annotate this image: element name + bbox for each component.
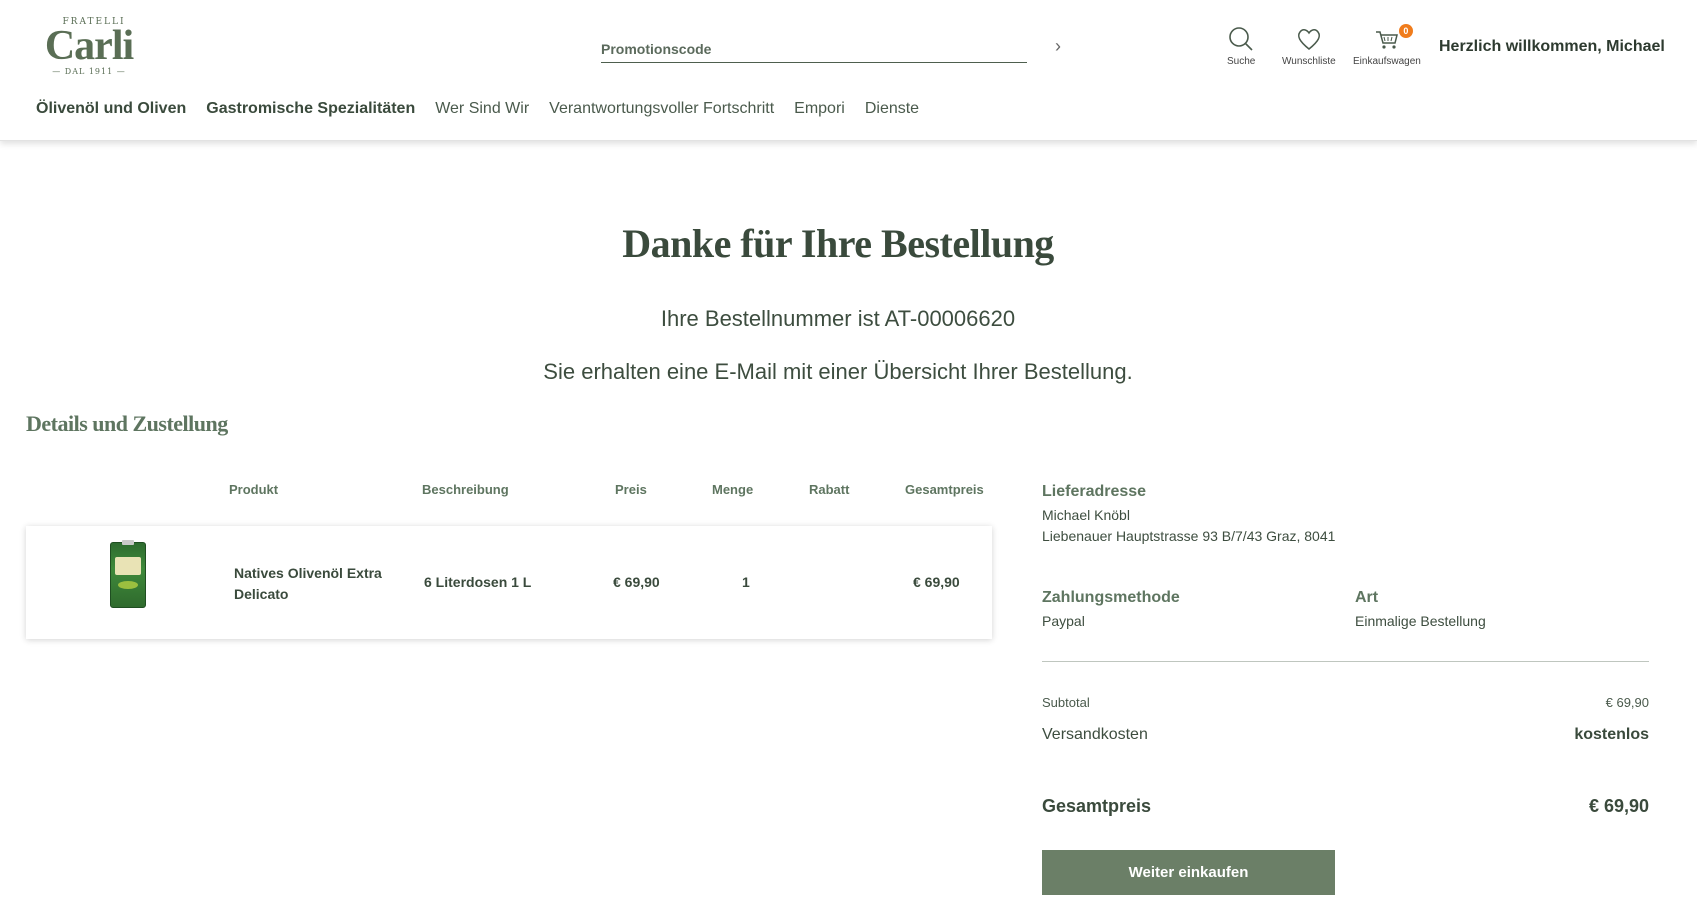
- payment-method-title: Zahlungsmethode: [1042, 589, 1180, 606]
- subtotal-value: € 69,90: [1605, 695, 1649, 710]
- logo-name: Carli: [44, 23, 134, 69]
- nav-item-wer-sind-wir[interactable]: Wer Sind Wir: [435, 100, 529, 118]
- payment-method-value: Paypal: [1042, 613, 1085, 629]
- grand-total-value: € 69,90: [1588, 796, 1649, 816]
- continue-shopping-button[interactable]: Weiter einkaufen: [1042, 850, 1335, 895]
- order-type-title: Art: [1355, 589, 1379, 606]
- subtotal-label: Subtotal: [1042, 695, 1090, 710]
- nav-item-spezialitaeten[interactable]: Gastromische Spezialitäten: [206, 100, 415, 118]
- nav-item-dienste[interactable]: Dienste: [865, 100, 919, 118]
- promo-code-field: [601, 36, 1027, 63]
- site-header: FRATELLI Carli — DAL 1911 — › Suche Wuns…: [0, 0, 1697, 141]
- product-name-line1: Natives Olivenöl Extra: [234, 565, 382, 581]
- product-name-line2: Delicato: [234, 586, 289, 602]
- order-type-value: Einmalige Bestellung: [1355, 613, 1486, 629]
- column-header-description: Beschreibung: [422, 482, 509, 497]
- cart-count-badge: 0: [1398, 24, 1413, 38]
- column-header-total: Gesamtpreis: [905, 482, 984, 497]
- column-header-discount: Rabatt: [809, 482, 850, 497]
- shipping-value: kostenlos: [1574, 726, 1649, 743]
- nav-item-olivenoel[interactable]: Ölivenöl und Oliven: [36, 100, 186, 118]
- column-header-quantity: Menge: [712, 482, 754, 497]
- product-description: 6 Literdosen 1 L: [424, 574, 532, 590]
- delivery-name: Michael Knöbl: [1042, 507, 1130, 523]
- delivery-address: Liebenauer Hauptstrasse 93 B/7/43 Graz, …: [1042, 528, 1336, 544]
- column-header-product: Produkt: [229, 482, 279, 497]
- search-label: Suche: [1227, 56, 1256, 67]
- section-title: Details und Zustellung: [26, 411, 228, 436]
- nav-item-fortschritt[interactable]: Verantwortungsvoller Fortschritt: [549, 100, 774, 118]
- cart-label: Einkaufswagen: [1353, 56, 1421, 67]
- promo-code-input[interactable]: [601, 36, 1027, 62]
- product-price: € 69,90: [613, 574, 660, 590]
- product-name[interactable]: Natives Olivenöl Extra Delicato: [234, 563, 382, 605]
- wishlist-label: Wunschliste: [1282, 56, 1336, 67]
- delivery-address-title: Lieferadresse: [1042, 483, 1147, 500]
- search-button[interactable]: Suche: [1227, 25, 1255, 67]
- nav-item-empori[interactable]: Empori: [794, 100, 845, 118]
- email-notice: Sie erhalten eine E-Mail mit einer Übers…: [543, 359, 1133, 384]
- brand-logo[interactable]: FRATELLI Carli — DAL 1911 —: [35, 17, 143, 81]
- page-title: Danke für Ihre Bestellung: [622, 221, 1054, 266]
- heart-icon: [1297, 29, 1320, 50]
- cart-button[interactable]: 0 Einkaufswagen: [1353, 24, 1421, 67]
- column-header-price: Preis: [615, 482, 647, 497]
- product-quantity: 1: [742, 574, 750, 590]
- search-icon: [1229, 27, 1253, 51]
- wishlist-button[interactable]: Wunschliste: [1282, 25, 1336, 67]
- welcome-message[interactable]: Herzlich willkommen, Michael: [1439, 38, 1665, 56]
- promo-submit-arrow-icon[interactable]: ›: [1055, 36, 1061, 56]
- product-image[interactable]: [110, 540, 146, 608]
- summary-divider: [1042, 661, 1649, 662]
- table-row: Natives Olivenöl Extra Delicato 6 Literd…: [26, 526, 992, 639]
- order-number: Ihre Bestellnummer ist AT-00006620: [660, 306, 1016, 331]
- main-nav: Ölivenöl und Oliven Gastromische Spezial…: [36, 100, 919, 118]
- cart-icon: [1375, 31, 1398, 49]
- grand-total-label: Gesamtpreis: [1042, 796, 1152, 816]
- shipping-label: Versandkosten: [1042, 726, 1148, 743]
- product-total: € 69,90: [913, 574, 960, 590]
